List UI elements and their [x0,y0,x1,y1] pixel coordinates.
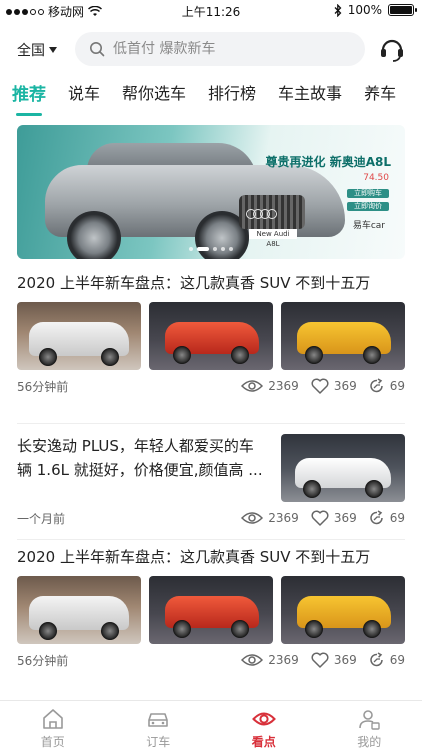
heart-icon [311,378,329,394]
tab-owner-stories[interactable]: 车主故事 [278,76,342,112]
shares-count: 69 [389,379,405,393]
tab-talk-cars[interactable]: 说车 [68,76,100,112]
shares-stat[interactable]: 69 [369,652,405,668]
nav-mine[interactable]: 我的 [317,701,422,750]
customer-service-icon[interactable] [378,35,406,63]
shares-stat[interactable]: 69 [369,510,405,526]
eye-icon [251,712,276,726]
battery-percent: 100% [347,3,382,17]
article-title: 2020 上半年新车盘点：这几款真香 SUV 不到十五万 [17,274,371,292]
heart-icon [311,652,329,668]
heart-icon [311,510,329,526]
tab-car-care[interactable]: 养车 [364,76,396,112]
banner-brand: 易车car [352,221,385,231]
likes-count: 369 [333,379,357,393]
thumbnail-image [149,302,273,370]
shares-count: 69 [389,511,405,525]
search-box[interactable] [75,32,365,66]
views-stat: 2369 [241,511,299,525]
banner-buy-button[interactable]: 立即购车 [347,189,389,198]
tab-ranking[interactable]: 排行榜 [208,76,256,112]
banner-price: 74.50 [363,173,389,183]
eye-icon [241,512,264,524]
views-count: 2369 [268,511,299,525]
car-icon [148,713,169,727]
banner-inquiry-button[interactable]: 立即询价 [347,202,389,211]
status-right: 100% [334,3,417,17]
article-thumbnails [17,576,405,644]
battery-icon [388,4,417,16]
tab-recommend[interactable]: 推荐 [12,76,46,116]
views-stat: 2369 [241,379,299,393]
likes-count: 369 [333,653,357,667]
bottom-nav: 首页 订车 看点 我的 [0,700,422,750]
article-title: 长安逸动 PLUS，年轻人都爱买的车辆 1.6L 就挺好，价格便宜,颜值高 ..… [17,437,263,479]
home-icon [42,709,63,729]
article-thumbnails [17,302,405,370]
caret-down-icon [49,47,57,53]
eye-icon [241,380,264,392]
views-count: 2369 [268,379,299,393]
nav-home[interactable]: 首页 [0,701,106,750]
audi-logo [246,209,277,219]
thumbnail-image [281,576,405,644]
likes-stat[interactable]: 369 [311,510,357,526]
share-icon [369,510,383,525]
article-meta: 56分钟前 2369 369 69 [17,652,405,668]
tab-help-choose[interactable]: 帮你选车 [122,76,186,112]
nav-mine-label: 我的 [357,735,382,749]
shares-stat[interactable]: 69 [369,378,405,394]
city-selector[interactable]: 全国 [17,40,57,60]
thumbnail-image [281,434,405,502]
status-bar: 移动网 上午11:26 100% [0,0,422,22]
wheel-icon [67,211,121,259]
views-stat: 2369 [241,653,299,667]
thumbnail-image [149,576,273,644]
likes-stat[interactable]: 369 [311,378,357,394]
category-tabs: 推荐 说车 帮你选车 排行榜 车主故事 养车 [0,76,422,116]
divider [17,539,405,540]
search-icon [90,42,105,57]
search-input[interactable] [113,41,353,57]
article-card[interactable]: 2020 上半年新车盘点：这几款真香 SUV 不到十五万 56分钟前 2369 … [17,546,405,668]
user-icon [359,710,380,730]
banner-plate: New Audi A8L [249,229,297,248]
likes-stat[interactable]: 369 [311,652,357,668]
likes-count: 369 [333,511,357,525]
article-meta: 一个月前 2369 369 69 [17,510,405,526]
share-icon [369,652,383,667]
article-card[interactable]: 长安逸动 PLUS，年轻人都爱买的车辆 1.6L 就挺好，价格便宜,颜值高 ..… [17,434,405,526]
article-title: 2020 上半年新车盘点：这几款真香 SUV 不到十五万 [17,548,371,566]
nav-order-car[interactable]: 订车 [106,701,212,750]
banner-headline: 尊贵再进化 新奥迪A8L [265,155,391,169]
shares-count: 69 [389,653,405,667]
thumbnail-image [17,576,141,644]
share-icon [369,378,383,393]
thumbnail-image [17,302,141,370]
nav-highlights[interactable]: 看点 [211,701,317,750]
views-count: 2369 [268,653,299,667]
top-bar: 全国 [0,30,422,68]
bluetooth-icon [334,3,342,17]
article-card[interactable]: 2020 上半年新车盘点：这几款真香 SUV 不到十五万 56分钟前 2369 … [17,272,405,394]
article-meta: 56分钟前 2369 369 69 [17,378,405,394]
city-label: 全国 [17,43,45,59]
article-time: 一个月前 [17,511,66,526]
thumbnail-image [281,302,405,370]
article-row: 长安逸动 PLUS，年轻人都爱买的车辆 1.6L 就挺好，价格便宜,颜值高 ..… [17,434,405,502]
article-time: 56分钟前 [17,653,69,668]
eye-icon [241,654,264,666]
article-time: 56分钟前 [17,379,69,394]
banner-pager [17,247,405,251]
promo-banner[interactable]: New Audi A8L 尊贵再进化 新奥迪A8L 74.50 立即购车 立即询… [17,125,405,259]
nav-order-car-label: 订车 [146,735,171,749]
nav-highlights-label: 看点 [251,735,276,749]
nav-home-label: 首页 [40,735,65,749]
divider [17,423,405,424]
